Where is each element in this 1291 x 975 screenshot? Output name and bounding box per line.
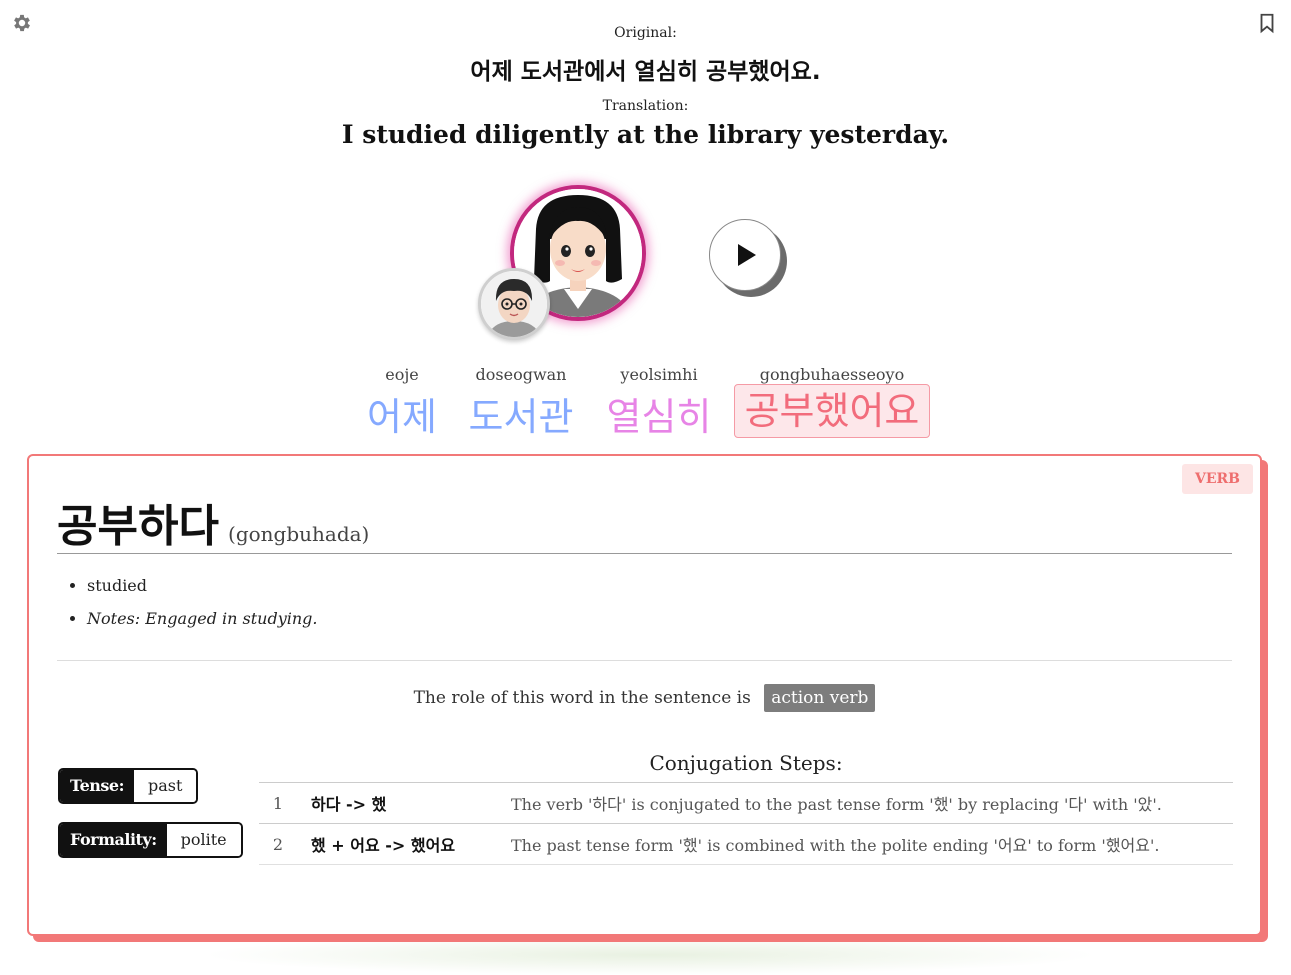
definition-item: studied [87, 576, 318, 595]
divider [57, 660, 1232, 661]
formality-value: polite [166, 824, 241, 856]
formality-label: Formality: [60, 824, 167, 856]
word-romanization: yeolsimhi [620, 365, 698, 384]
translation-label: Translation: [602, 98, 689, 114]
table-row: 1 하다 -> 했 The verb '하다' is conjugated to… [259, 782, 1233, 824]
role-sentence: The role of this word in the sentence is… [29, 684, 1260, 712]
conjugation-title: Conjugation Steps: [649, 751, 843, 775]
play-icon [738, 244, 756, 266]
word-romanization: gongbuhaesseoyo [759, 365, 905, 384]
original-label: Original: [614, 25, 677, 41]
translation-sentence: I studied diligently at the library yest… [341, 120, 950, 149]
tense-label: Tense: [60, 770, 134, 802]
word-chip-doseogwan[interactable]: doseogwan 도서관 [465, 365, 577, 441]
step-explanation: The past tense form '했' is combined with… [511, 823, 1233, 865]
word-chip-eoje[interactable]: eoje 어제 [362, 365, 442, 441]
table-row: 2 했 + 어요 -> 했어요 The past tense form '했' … [259, 823, 1233, 865]
word-detail-card: VERB 공부하다 (gongbuhada) studied Notes: En… [27, 454, 1262, 936]
word-korean: 열심히 [606, 395, 712, 439]
play-button[interactable] [709, 219, 781, 291]
speaker-avatar-male [478, 268, 550, 340]
notes-item: Notes: Engaged in studying. [87, 609, 318, 628]
tense-pill: Tense: past [58, 768, 199, 804]
word-romanization: eoje [385, 365, 419, 384]
headword-korean: 공부하다 [57, 501, 219, 552]
step-form: 했 + 어요 -> 했어요 [297, 823, 511, 865]
role-text: The role of this word in the sentence is [413, 688, 751, 708]
pos-badge: VERB [1181, 464, 1253, 494]
headword-romanization: (gongbuhada) [228, 522, 370, 546]
headword: 공부하다 (gongbuhada) [57, 490, 369, 554]
word-korean: 어제 [367, 395, 437, 439]
step-form: 하다 -> 했 [297, 782, 511, 824]
word-romanization: doseogwan [475, 365, 567, 384]
conjugation-table: 1 하다 -> 했 The verb '하다' is conjugated to… [259, 782, 1233, 865]
word-korean: 공부했어요 [734, 384, 930, 438]
word-chip-yeolsimhi[interactable]: yeolsimhi 열심히 [604, 365, 714, 441]
step-number: 1 [259, 782, 297, 824]
divider [57, 553, 1232, 554]
step-number: 2 [259, 823, 297, 865]
word-korean: 도서관 [468, 395, 574, 439]
tense-value: past [133, 770, 197, 802]
word-chip-gongbuhaesseoyo-selected[interactable]: gongbuhaesseoyo 공부했어요 [734, 365, 930, 438]
definition-list: studied Notes: Engaged in studying. [87, 576, 318, 642]
original-sentence: 어제 도서관에서 열심히 공부했어요. [470, 59, 821, 85]
bottom-glow [200, 935, 1100, 975]
step-explanation: The verb '하다' is conjugated to the past … [511, 782, 1233, 824]
formality-pill: Formality: polite [58, 822, 243, 858]
role-tag: action verb [764, 684, 876, 712]
